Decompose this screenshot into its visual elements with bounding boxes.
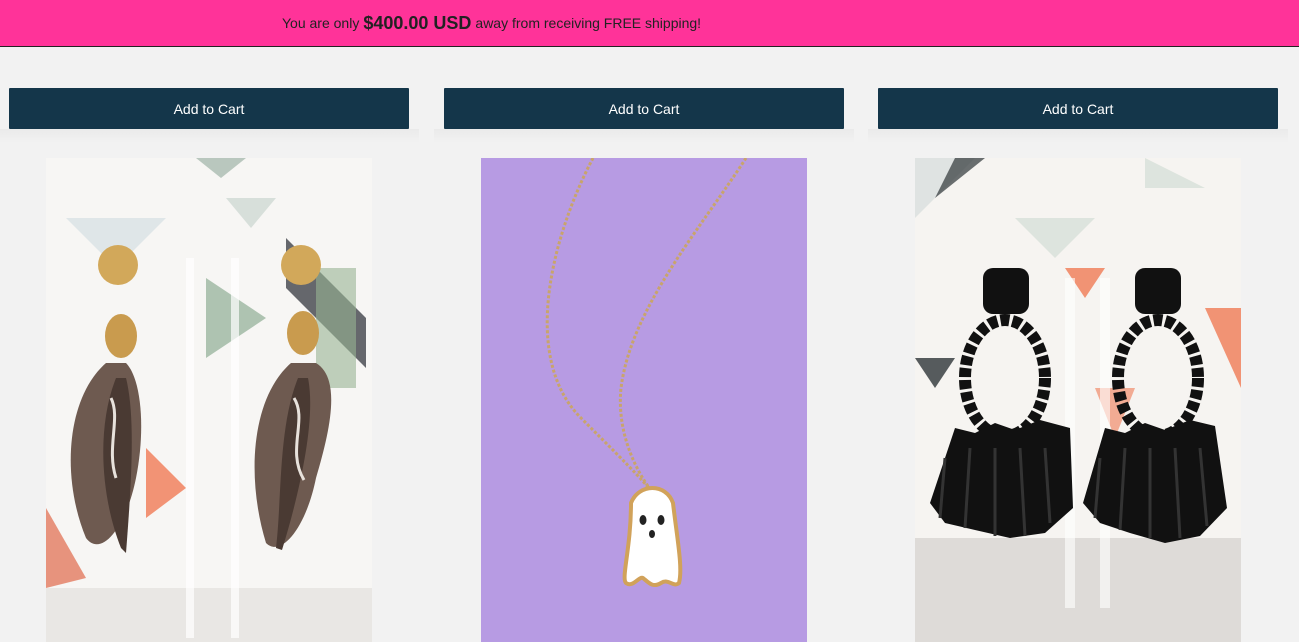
promo-suffix: away from receiving FREE shipping! xyxy=(475,15,702,31)
add-to-cart-button[interactable]: Add to Cart xyxy=(9,88,409,129)
divider xyxy=(0,129,419,143)
product-card-3: Add to Cart xyxy=(868,88,1288,143)
product-image-tassel-earrings[interactable] xyxy=(915,158,1241,642)
product-image-feather-earrings[interactable] xyxy=(46,158,372,642)
promo-amount: $400.00 USD xyxy=(363,12,472,33)
divider xyxy=(868,129,1288,143)
product-card-1: Add to Cart xyxy=(0,88,419,143)
product-image-ghost-necklace[interactable] xyxy=(481,158,807,642)
add-to-cart-button[interactable]: Add to Cart xyxy=(444,88,844,129)
add-to-cart-button[interactable]: Add to Cart xyxy=(878,88,1278,129)
product-card-2: Add to Cart xyxy=(434,88,854,143)
divider xyxy=(434,129,854,143)
promo-prefix: You are only xyxy=(282,15,360,31)
free-shipping-banner: You are only $400.00 USD away from recei… xyxy=(0,0,1299,47)
